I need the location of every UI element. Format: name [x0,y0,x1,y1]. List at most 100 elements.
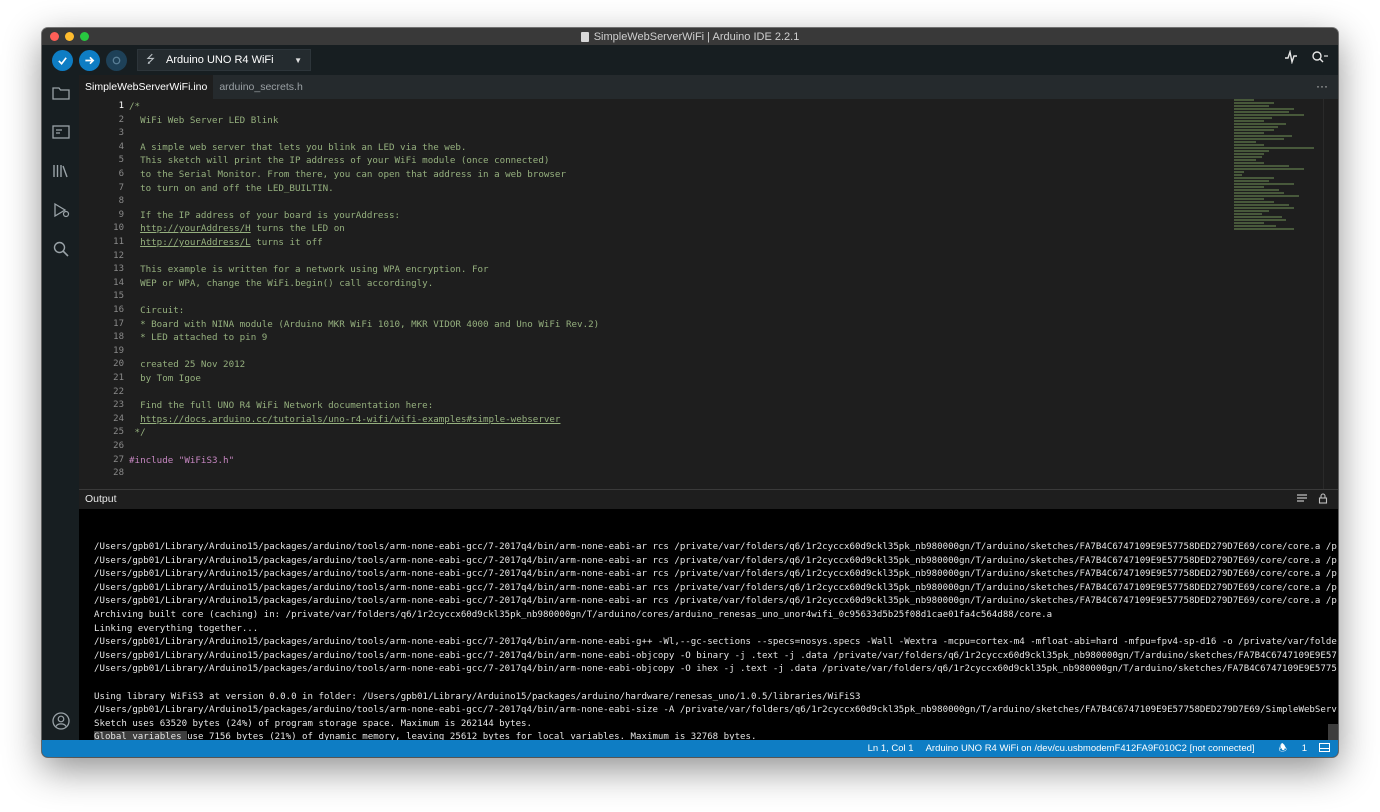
sketchbook-button[interactable] [51,83,71,103]
code-line[interactable]: 6 to the Serial Monitor. From there, you… [79,168,1338,182]
code-line[interactable]: 22 [79,386,1338,400]
code-line[interactable]: 18 * LED attached to pin 9 [79,331,1338,345]
serial-monitor-button[interactable] [1310,50,1328,67]
code-line[interactable]: 15 [79,290,1338,304]
line-number: 3 [118,128,124,139]
scroll-lock-button[interactable] [1318,493,1328,507]
activity-bar [42,75,79,740]
code-line[interactable]: 25 */ [79,426,1338,440]
library-icon [53,165,68,178]
search-icon [53,241,69,257]
line-number: 11 [113,237,124,247]
line-number: 6 [118,169,124,179]
line-number: 1 [118,101,124,111]
library-manager-button[interactable] [51,161,71,181]
line-number: 27 [113,454,124,465]
minimize-window-button[interactable] [65,32,74,41]
line-number: 13 [113,264,124,275]
output-line: /Users/gpb01/Library/Arduino15/packages/… [94,555,1337,566]
code-line[interactable]: 12 [79,250,1338,264]
code-text: WEP or WPA, change the WiFi.begin() call… [129,277,434,289]
code-line[interactable]: 11 http://yourAddress/L turns it off [79,236,1338,250]
code-line[interactable]: 8 [79,195,1338,209]
account-button[interactable] [51,711,71,731]
board-port-status[interactable]: Arduino UNO R4 WiFi on /dev/cu.usbmodemF… [926,743,1255,754]
code-line[interactable]: 9 If the IP address of your board is you… [79,209,1338,223]
toggle-panel-button[interactable] [1319,742,1330,755]
line-number: 17 [113,318,124,329]
line-number: 25 [113,427,124,438]
code-text: * LED attached to pin 9 [129,332,268,344]
line-number: 23 [113,400,124,411]
toolbar: ⭍ Arduino UNO R4 WiFi ▼ [42,45,1338,75]
output-panel-header: Output [79,489,1338,509]
tab-simplewebserverwifi[interactable]: SimpleWebServerWiFi.ino [79,75,214,99]
code-line[interactable]: 19 [79,345,1338,359]
code-text: This example is written for a network us… [129,264,489,276]
line-number: 4 [118,141,124,152]
debug-panel-button[interactable] [51,200,71,220]
output-title: Output [85,493,117,505]
output-console[interactable]: /Users/gpb01/Library/Arduino15/packages/… [79,509,1338,740]
output-line: /Users/gpb01/Library/Arduino15/packages/… [94,596,1337,607]
notifications-button[interactable]: 🕭 1 [1267,741,1307,757]
code-line[interactable]: 24 https://docs.arduino.cc/tutorials/uno… [79,413,1338,427]
account-icon [52,712,70,730]
code-line[interactable]: 2 WiFi Web Server LED Blink [79,114,1338,128]
upload-button[interactable] [79,49,100,71]
code-line[interactable]: 7 to turn on and off the LED_BUILTIN. [79,182,1338,196]
code-line[interactable]: 10 http://yourAddress/H turns the LED on [79,222,1338,236]
code-text: * Board with NINA module (Arduino MKR Wi… [129,318,600,330]
board-name: Arduino UNO R4 WiFi [166,54,274,66]
code-line[interactable]: 5 This sketch will print the IP address … [79,154,1338,168]
line-number: 21 [113,373,124,383]
more-tabs-button[interactable]: ··· [1316,75,1328,97]
code-line[interactable]: 20 created 25 Nov 2012 [79,358,1338,372]
boards-icon [52,125,70,139]
code-line[interactable]: 26 [79,440,1338,454]
code-editor[interactable]: 1/* 2 WiFi Web Server LED Blink 3 4 A simpl… [79,99,1338,489]
line-number: 12 [113,250,124,261]
close-window-button[interactable] [50,32,59,41]
board-selector[interactable]: ⭍ Arduino UNO R4 WiFi ▼ [137,49,311,71]
code-line[interactable]: 14 WEP or WPA, change the WiFi.begin() c… [79,277,1338,291]
code-link[interactable]: http://yourAddress/H [140,223,251,234]
panel-layout-icon [1319,742,1330,752]
window-controls [50,32,89,41]
output-line: Sketch uses 63520 bytes (24%) of program… [94,718,532,729]
verify-button[interactable] [52,49,73,71]
line-number: 8 [118,196,124,207]
code-line[interactable]: 13 This example is written for a network… [79,263,1338,277]
output-line: Global variables use 7156 bytes (21%) of… [94,732,757,740]
code-link[interactable]: https://docs.arduino.cc/tutorials/uno-r4… [140,414,560,425]
output-line: Archiving built core (caching) in: /priv… [94,610,1053,620]
clear-output-button[interactable] [1296,493,1308,507]
boards-manager-button[interactable] [51,122,71,142]
code-line[interactable]: 4 A simple web server that lets you blin… [79,141,1338,155]
output-line: /Users/gpb01/Library/Arduino15/packages/… [94,705,1337,716]
code-line[interactable]: 23 Find the full UNO R4 WiFi Network doc… [79,399,1338,413]
serial-plotter-button[interactable] [1284,49,1298,67]
code-line[interactable]: 3 [79,127,1338,141]
line-number: 28 [113,468,124,479]
lock-icon [1318,493,1328,504]
search-button[interactable] [51,239,71,259]
code-link[interactable]: http://yourAddress/L [140,237,251,248]
line-number: 22 [113,386,124,397]
tab-arduino-secrets[interactable]: arduino_secrets.h [213,75,308,99]
code-text: to turn on and off the LED_BUILTIN. [129,182,334,194]
output-vertical-scrollbar[interactable] [1328,724,1338,740]
code-line[interactable]: 27 #include "WiFiS3.h" [79,454,1338,468]
zoom-window-button[interactable] [80,32,89,41]
code-line[interactable]: 17 * Board with NINA module (Arduino MKR… [79,318,1338,332]
line-number: 2 [118,114,124,125]
line-number: 24 [113,413,124,424]
code-line[interactable]: 28 [79,467,1338,481]
debug-button[interactable] [106,49,127,71]
code-text: A simple web server that lets you blink … [129,141,467,153]
cursor-position[interactable]: Ln 1, Col 1 [868,743,914,754]
code-line[interactable]: 16 Circuit: [79,304,1338,318]
code-line[interactable]: 21 by Tom Igoe [79,372,1338,386]
code-line[interactable]: 1 /* [79,100,1338,114]
arrow-right-icon [85,56,95,64]
